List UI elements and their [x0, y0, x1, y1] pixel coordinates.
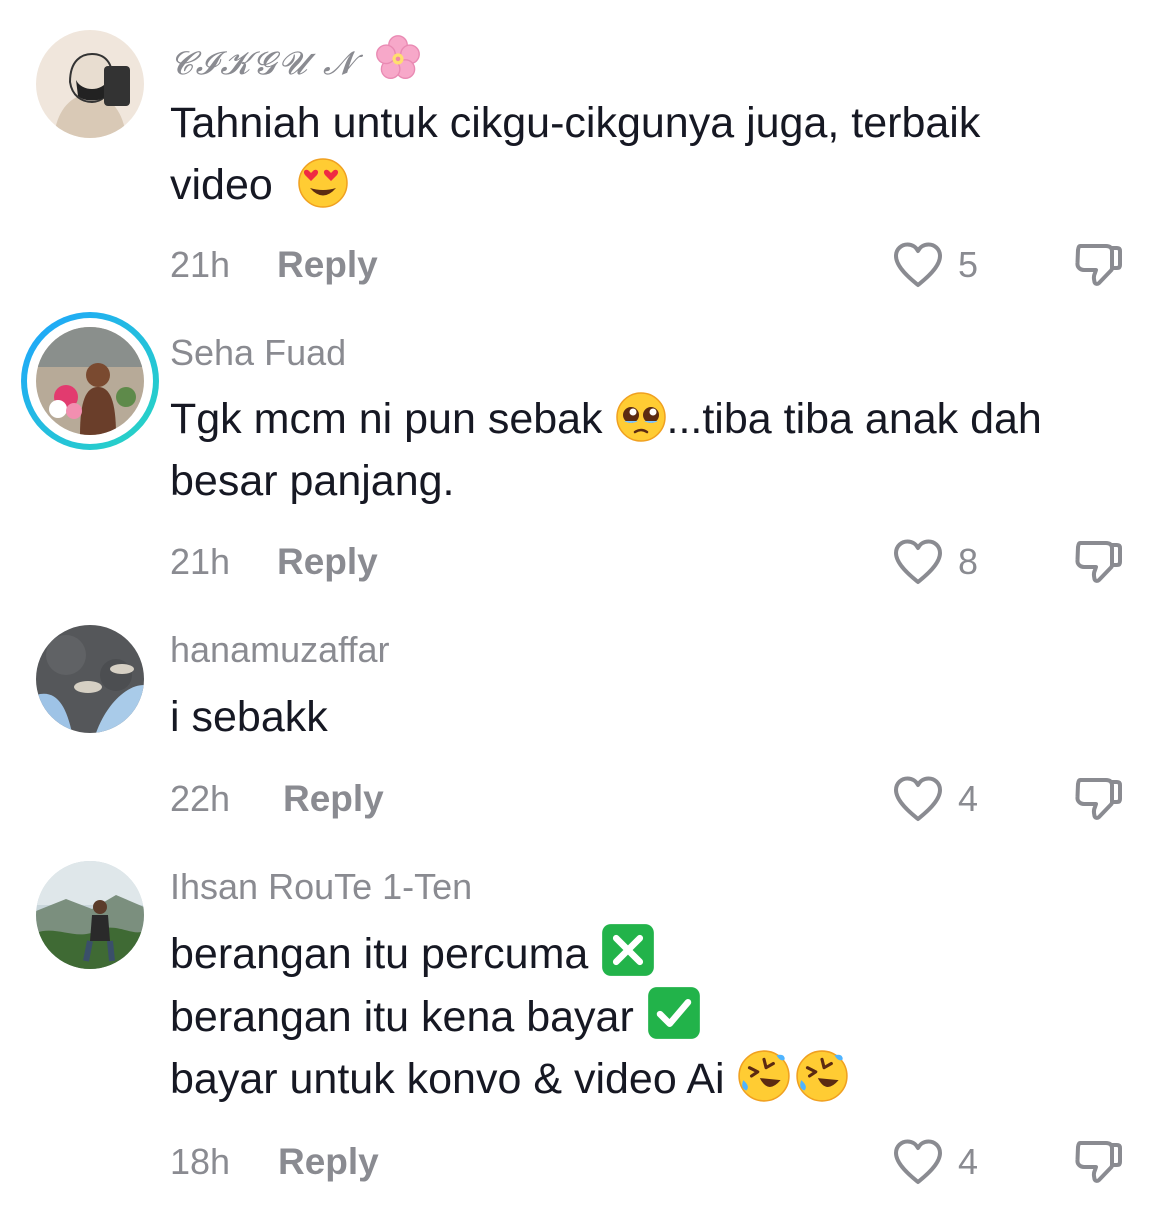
dislike-thumb-icon[interactable]: [1072, 772, 1124, 824]
like-heart-icon[interactable]: [892, 241, 944, 289]
cherry-blossom-icon: [374, 34, 422, 82]
pleading-face-emoji-icon: [615, 391, 667, 443]
reply-button[interactable]: Reply: [277, 243, 378, 287]
comment-line-wrap: berangan itu percuma: [170, 922, 1140, 985]
like-heart-icon[interactable]: [892, 775, 944, 823]
comment-line-wrap: berangan itu kena bayar: [170, 985, 1140, 1048]
comment-line: ...tiba tiba anak dah: [666, 395, 1042, 443]
comment-line: bayar untuk konvo & video Ai: [170, 1055, 725, 1103]
avatar[interactable]: [36, 861, 144, 969]
like-count: 8: [958, 541, 979, 582]
timestamp: 18h: [170, 1141, 231, 1182]
username[interactable]: Seha Fuad: [170, 331, 346, 375]
comment-line: i sebakk: [170, 693, 328, 741]
comment-line: Tgk mcm ni pun sebak: [170, 395, 603, 443]
username[interactable]: hanamuzaffar: [170, 628, 389, 672]
reply-button[interactable]: Reply: [277, 540, 378, 584]
timestamp: 21h: [170, 541, 231, 582]
cross-mark-icon: [600, 922, 656, 978]
comment-text: i sebakk: [170, 686, 1140, 748]
comment-text: Tgk mcm ni pun sebak ...tiba tiba anak d…: [170, 388, 1140, 512]
avatar-story-ring[interactable]: [21, 312, 159, 450]
comment-line: Tahniah untuk cikgu-cikgunya juga, terba…: [170, 99, 981, 147]
like-heart-icon[interactable]: [892, 538, 944, 586]
comment-line: berangan itu kena bayar: [170, 993, 634, 1041]
heart-eyes-emoji-icon: [297, 157, 349, 209]
comment-line-wrap: video: [170, 154, 1140, 216]
avatar[interactable]: [36, 30, 144, 138]
dislike-thumb-icon[interactable]: [1072, 238, 1124, 290]
comment-line: berangan itu percuma: [170, 930, 589, 978]
like-count: 4: [958, 1141, 979, 1182]
comment-line: besar panjang.: [170, 457, 455, 505]
comment-text: Tahniah untuk cikgu-cikgunya juga, terba…: [170, 92, 1140, 216]
check-mark-icon: [646, 985, 702, 1041]
like-heart-icon[interactable]: [892, 1138, 944, 1186]
dislike-thumb-icon[interactable]: [1072, 535, 1124, 587]
comment-line: video: [170, 161, 273, 209]
rofl-emoji-icon: [795, 1049, 849, 1103]
like-count: 5: [958, 244, 979, 285]
username-text: 𝓒𝓘𝓚𝓖𝓤 𝓝: [170, 44, 357, 82]
username[interactable]: Ihsan RouTe 1-Ten: [170, 865, 472, 909]
reply-button[interactable]: Reply: [283, 777, 384, 821]
avatar[interactable]: [36, 625, 144, 733]
timestamp: 21h: [170, 244, 231, 285]
like-count: 4: [958, 778, 979, 819]
timestamp: 22h: [170, 778, 231, 819]
avatar: [36, 327, 144, 435]
dislike-thumb-icon[interactable]: [1072, 1135, 1124, 1187]
comment-line-wrap: bayar untuk konvo & video Ai: [170, 1048, 1140, 1110]
rofl-emoji-icon: [737, 1049, 791, 1103]
comment-line-wrap: Tgk mcm ni pun sebak ...tiba tiba anak d…: [170, 388, 1140, 450]
comment-text: berangan itu percuma berangan itu kena b…: [170, 922, 1140, 1110]
reply-button[interactable]: Reply: [278, 1140, 379, 1184]
username[interactable]: 𝓒𝓘𝓚𝓖𝓤 𝓝: [170, 34, 422, 85]
